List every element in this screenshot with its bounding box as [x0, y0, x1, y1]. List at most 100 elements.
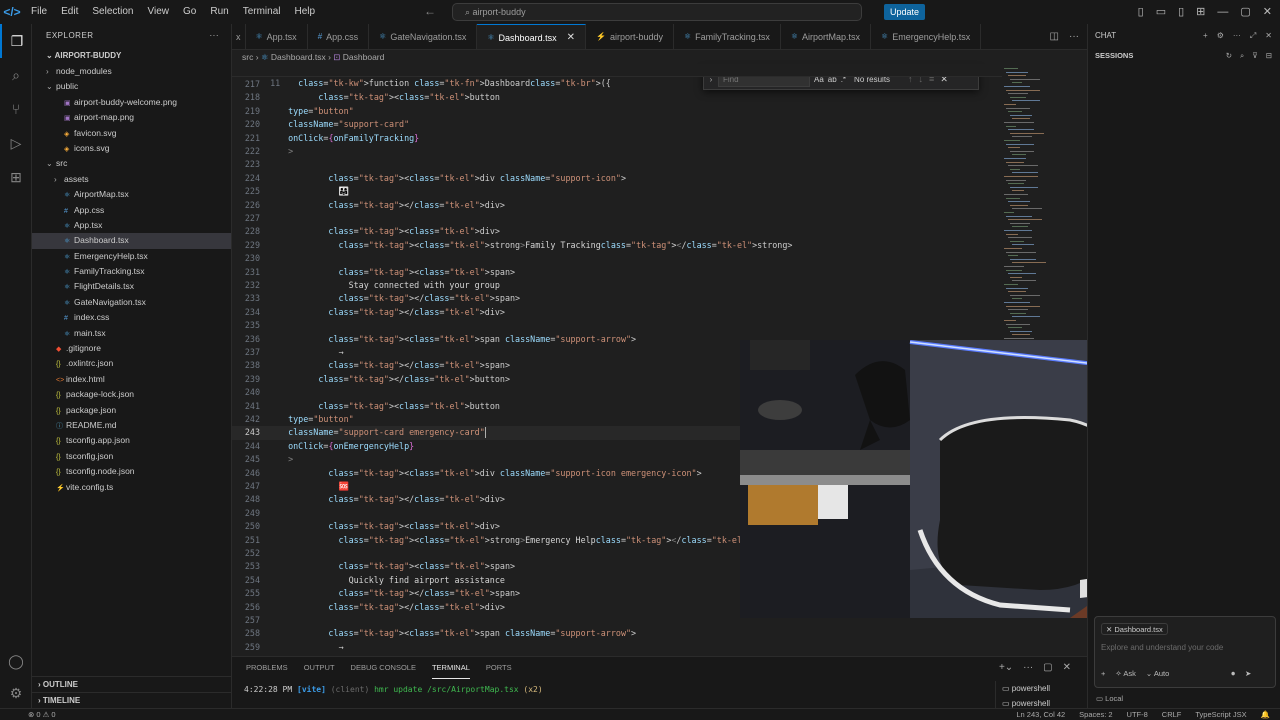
code-line[interactable]: 258 class="tk-tag"><class="tk-el">span c… — [232, 627, 1002, 640]
code-line[interactable]: 231 class="tk-tag"><class="tk-el">span> — [232, 266, 1002, 279]
code-line[interactable]: 223 — [232, 158, 1002, 171]
file-item[interactable]: ⚛ App.tsx — [32, 218, 231, 233]
panel-tab-output[interactable]: OUTPUT — [304, 657, 335, 679]
code-line[interactable]: 218 class="tk-tag"><class="tk-el">button — [232, 91, 1002, 104]
mode-auto-button[interactable]: ⌄ Auto — [1146, 669, 1169, 679]
code-line[interactable]: 234 class="tk-tag"></class="tk-el">div> — [232, 306, 1002, 319]
maximize-icon[interactable]: ⤢ — [1250, 24, 1256, 48]
outline-section[interactable]: › OUTLINE — [32, 676, 232, 692]
more-actions-icon[interactable]: ··· — [1023, 657, 1033, 679]
menu-go[interactable]: Go — [176, 0, 203, 24]
layout-panel-icon[interactable]: ▭ — [1156, 0, 1166, 24]
code-line[interactable]: 222 > — [232, 145, 1002, 158]
file-item[interactable]: {} package.json — [32, 403, 231, 418]
menu-terminal[interactable]: Terminal — [236, 0, 288, 24]
folder-item[interactable]: › node_modules — [32, 64, 231, 79]
code-line[interactable]: 229 class="tk-tag"><class="tk-el">strong… — [232, 239, 1002, 252]
folder-item[interactable]: ⌄ public — [32, 79, 231, 94]
folder-item[interactable]: › assets — [32, 172, 231, 187]
code-line[interactable]: 225 👨‍👩‍👧 — [232, 185, 1002, 198]
minimize-icon[interactable]: — — [1217, 0, 1228, 24]
search-icon[interactable]: ⌕ — [1240, 48, 1244, 64]
layout-secondary-icon[interactable]: ▯ — [1178, 0, 1184, 24]
file-item[interactable]: ⚛ Dashboard.tsx — [32, 233, 231, 249]
menu-selection[interactable]: Selection — [85, 0, 140, 24]
file-item[interactable]: {} tsconfig.app.json — [32, 433, 231, 448]
editor-tab[interactable]: ⚛ FamilyTracking.tsx — [674, 24, 781, 49]
file-item[interactable]: ⚡vite.config.ts — [32, 480, 231, 495]
editor-tab[interactable]: x — [232, 24, 246, 49]
code-line[interactable]: 224 class="tk-tag"><class="tk-el">div cl… — [232, 172, 1002, 185]
mode-ask-button[interactable]: ✧ Ask — [1115, 669, 1135, 679]
code-line[interactable]: 235 — [232, 319, 1002, 332]
more-actions-icon[interactable]: ··· — [1069, 24, 1079, 49]
file-item[interactable]: ▣ airport-buddy-welcome.png — [32, 95, 231, 110]
explorer-icon[interactable]: ❐ — [0, 24, 32, 58]
menu-edit[interactable]: Edit — [54, 0, 85, 24]
panel-tab-terminal[interactable]: TERMINAL — [431, 657, 470, 679]
editor-tab[interactable]: ⚛ App.tsx — [246, 24, 308, 49]
file-item[interactable]: ⚛ GateNavigation.tsx — [32, 295, 231, 310]
update-button[interactable]: Update — [884, 4, 926, 20]
indentation[interactable]: Spaces: 2 — [1079, 709, 1112, 720]
code-line[interactable]: 226 class="tk-tag"></class="tk-el">div> — [232, 199, 1002, 212]
file-item[interactable]: <> index.html — [32, 372, 231, 387]
file-item[interactable]: ⚛ AirportMap.tsx — [32, 187, 231, 202]
file-item[interactable]: # index.css — [32, 310, 231, 325]
panel-tab-ports[interactable]: PORTS — [486, 657, 512, 679]
local-indicator[interactable]: ▭ Local — [1096, 694, 1123, 703]
timeline-section[interactable]: › TIMELINE — [32, 692, 232, 708]
code-line[interactable]: 227 — [232, 212, 1002, 225]
file-item[interactable]: ⚛ FamilyTracking.tsx — [32, 264, 231, 279]
menu-run[interactable]: Run — [203, 0, 235, 24]
file-item[interactable]: ◈ icons.svg — [32, 141, 231, 156]
editor-tab[interactable]: # App.css — [308, 24, 370, 49]
file-item[interactable]: ⚛ main.tsx — [32, 326, 231, 341]
editor-tab[interactable]: ⚛ AirportMap.tsx — [781, 24, 872, 49]
encoding[interactable]: UTF-8 — [1127, 709, 1148, 720]
code-line[interactable]: 233 class="tk-tag"></class="tk-el">span> — [232, 292, 1002, 305]
code-line[interactable]: 220 className="support-card" — [232, 118, 1002, 131]
more-actions-icon[interactable]: ··· — [210, 24, 220, 48]
file-item[interactable]: ⚛ EmergencyHelp.tsx — [32, 249, 231, 264]
chat-input-box[interactable]: ✕ Dashboard.tsx Explore and understand y… — [1094, 616, 1276, 688]
file-item[interactable]: # App.css — [32, 203, 231, 218]
source-control-icon[interactable]: ⑂ — [0, 92, 32, 126]
chat-input[interactable]: Explore and understand your code — [1101, 643, 1223, 652]
file-item[interactable]: ◈ favicon.svg — [32, 126, 231, 141]
code-line[interactable]: 259 → — [232, 641, 1002, 654]
maximize-panel-icon[interactable]: ▢ — [1043, 657, 1052, 679]
chat-settings-icon[interactable]: ⚙ — [1217, 24, 1224, 48]
folder-item[interactable]: ⌄ src — [32, 156, 231, 171]
close-window-icon[interactable]: ✕ — [1263, 0, 1272, 24]
close-icon[interactable]: ✕ — [1265, 24, 1272, 48]
filter-icon[interactable]: ⊽ — [1252, 48, 1258, 64]
file-item[interactable]: {} tsconfig.json — [32, 449, 231, 464]
terminal-output[interactable]: 4:22:28 PM [vite] (client) hmr update /s… — [244, 685, 543, 694]
editor-tab[interactable]: ⚡ airport-buddy — [586, 24, 674, 49]
editor-tab[interactable]: ⚛ Dashboard.tsx ✕ — [477, 24, 586, 50]
run-debug-icon[interactable]: ▷ — [0, 126, 32, 160]
sticky-scroll-line[interactable]: 11 class="tk-kw">function class="tk-fn">D… — [232, 64, 1002, 88]
more-actions-icon[interactable]: ··· — [1233, 24, 1241, 48]
project-root[interactable]: ⌄ AIRPORT-BUDDY — [32, 48, 231, 64]
extensions-icon[interactable]: ⊞ — [0, 160, 32, 194]
editor-tab[interactable]: ⚛ EmergencyHelp.tsx — [871, 24, 982, 49]
file-item[interactable]: ▣ airport-map.png — [32, 110, 231, 125]
refresh-icon[interactable]: ↻ — [1226, 48, 1232, 64]
code-line[interactable]: 221 onClick={onFamilyTracking} — [232, 132, 1002, 145]
file-item[interactable]: ⓘ README.md — [32, 418, 231, 433]
split-editor-icon[interactable]: ◫ — [1050, 24, 1059, 49]
new-terminal-icon[interactable]: +⌄ — [999, 657, 1013, 679]
file-item[interactable]: {} package-lock.json — [32, 387, 231, 402]
close-tab-icon[interactable]: ✕ — [567, 25, 575, 50]
add-context-icon[interactable]: + — [1101, 669, 1105, 679]
breadcrumb-symbol[interactable]: Dashboard — [343, 52, 385, 62]
panel-tab-debug-console[interactable]: DEBUG CONSOLE — [351, 657, 416, 679]
language-mode[interactable]: TypeScript JSX — [1195, 709, 1246, 720]
search-icon[interactable]: ⌕ — [0, 58, 32, 92]
line-ending[interactable]: CRLF — [1162, 709, 1182, 720]
mic-icon[interactable]: ⏺ — [1231, 669, 1235, 679]
code-line[interactable]: 232 Stay connected with your group — [232, 279, 1002, 292]
command-center-search[interactable]: ⌕ airport-buddy — [452, 3, 862, 21]
